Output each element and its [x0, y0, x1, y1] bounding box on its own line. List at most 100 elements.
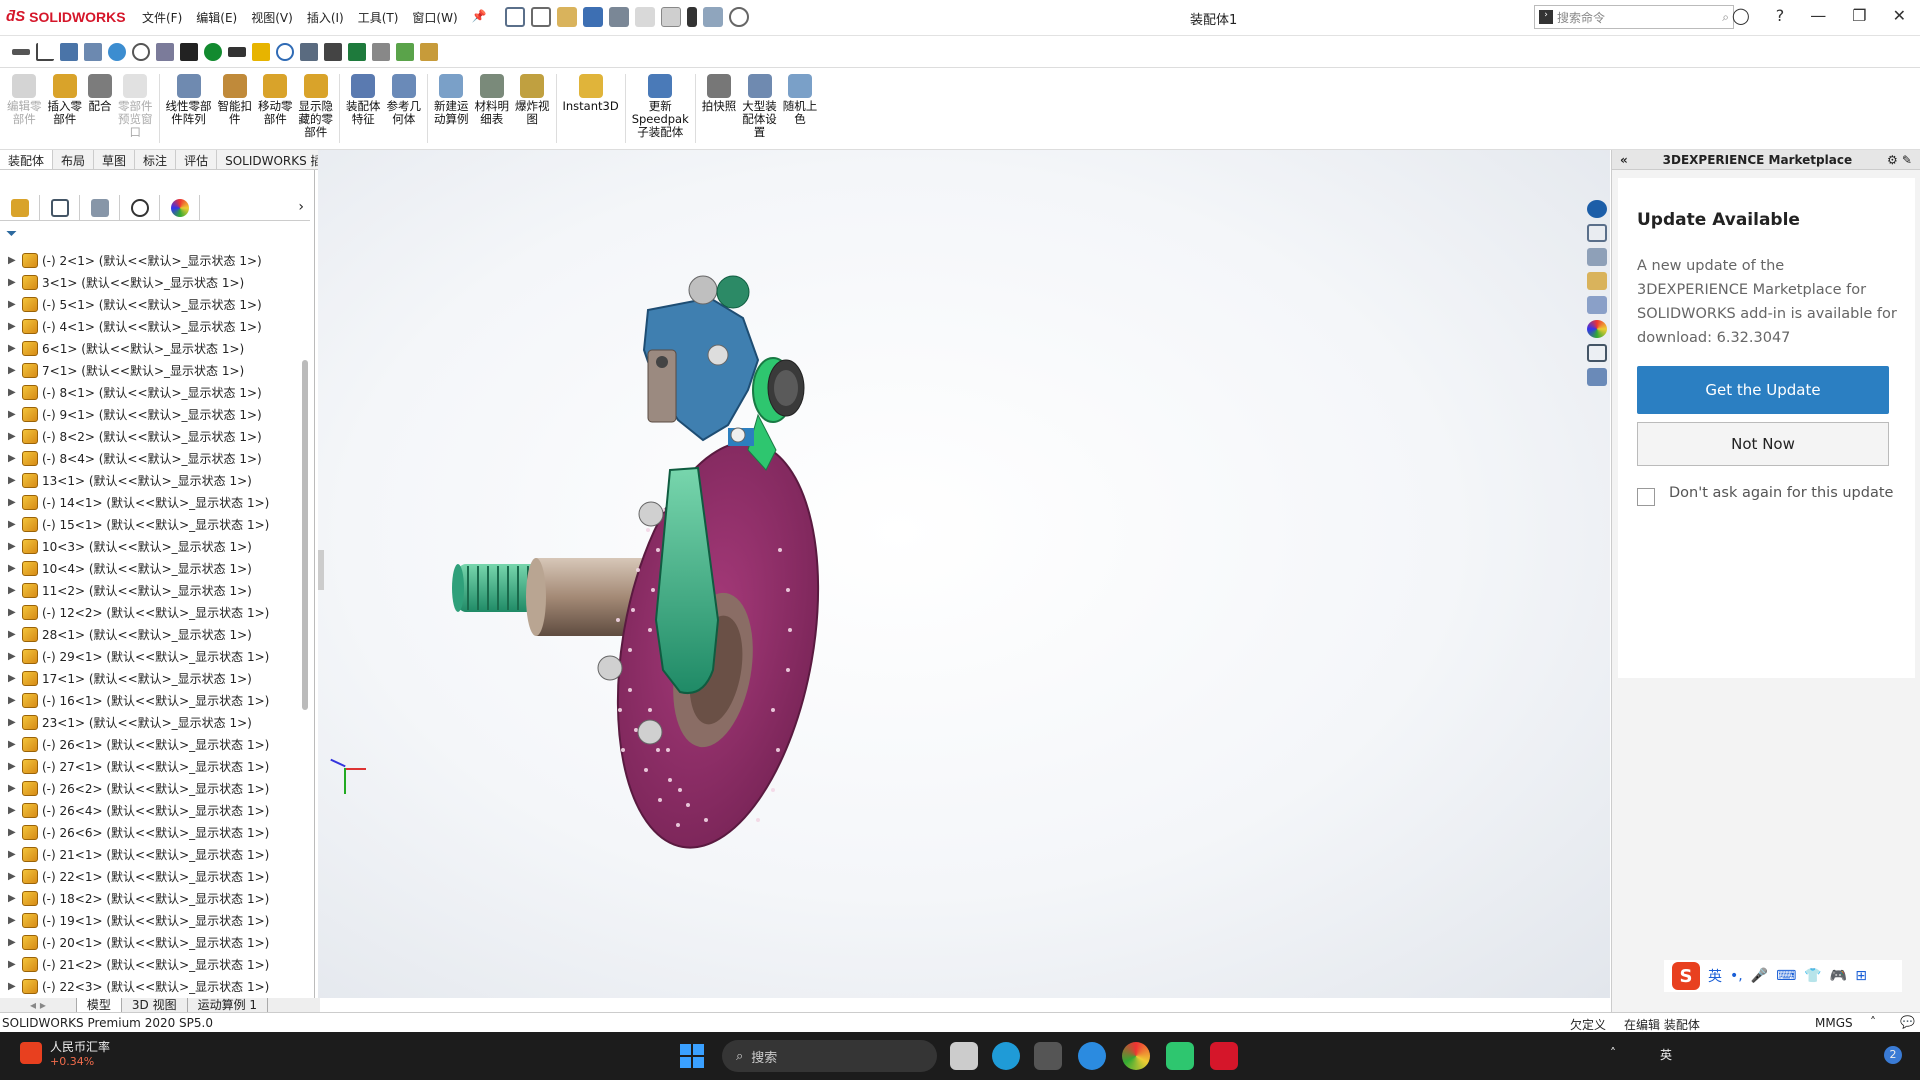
tab-0[interactable]: 装配体	[0, 150, 54, 169]
ribbon-button-9[interactable]: 参考几 何体	[384, 68, 425, 149]
tree-item[interactable]: ▶ (-) 22<1> (默认<<默认>_显示状态 1>)	[8, 865, 298, 887]
tree-item[interactable]: ▶ (-) 26<6> (默认<<默认>_显示状态 1>)	[8, 821, 298, 843]
gear-assembly-icon[interactable]	[156, 42, 174, 61]
tree-item[interactable]: ▶ 7<1> (默认<<默认>_显示状态 1>)	[8, 359, 298, 381]
print-icon[interactable]	[609, 7, 629, 27]
traffic-light-icon[interactable]	[687, 7, 697, 27]
tree-item[interactable]: ▶ 23<1> (默认<<默认>_显示状态 1>)	[8, 711, 298, 733]
tree-item[interactable]: ▶ (-) 14<1> (默认<<默认>_显示状态 1>)	[8, 491, 298, 513]
ribbon-button-2[interactable]: 配合	[85, 68, 115, 149]
dont-ask-checkbox-row[interactable]: Don't ask again for this update	[1637, 485, 1893, 506]
wechat-icon[interactable]	[1166, 1042, 1194, 1070]
tree-item[interactable]: ▶ (-) 2<1> (默认<<默认>_显示状态 1>)	[8, 249, 298, 271]
tree-item[interactable]: ▶ 28<1> (默认<<默认>_显示状态 1>)	[8, 623, 298, 645]
custom-properties-icon[interactable]	[1587, 344, 1607, 362]
measure-icon[interactable]	[300, 42, 318, 61]
ribbon-button-17[interactable]: 随机上 色	[780, 68, 821, 149]
settings-icon[interactable]	[132, 42, 150, 61]
monitor-icon[interactable]	[60, 42, 78, 61]
tree-item[interactable]: ▶ 11<2> (默认<<默认>_显示状态 1>)	[8, 579, 298, 601]
tree-item[interactable]: ▶ (-) 19<1> (默认<<默认>_显示状态 1>)	[8, 909, 298, 931]
dimxpert-tab[interactable]	[120, 195, 160, 221]
ime-language[interactable]: 英	[1708, 966, 1722, 986]
tree-item[interactable]: ▶ 13<1> (默认<<默认>_显示状态 1>)	[8, 469, 298, 491]
start-button[interactable]	[680, 1044, 704, 1068]
expand-caret-icon[interactable]: ▶	[8, 981, 18, 992]
forum-icon[interactable]	[1587, 368, 1607, 386]
expand-caret-icon[interactable]: ▶	[8, 805, 18, 816]
tree-item[interactable]: ▶ 3<1> (默认<<默认>_显示状态 1>)	[8, 271, 298, 293]
plus-icon[interactable]	[252, 42, 270, 61]
expand-arrow-icon[interactable]: ›	[292, 195, 310, 220]
expand-caret-icon[interactable]: ▶	[8, 849, 18, 860]
tree-item[interactable]: ▶ (-) 12<2> (默认<<默认>_显示状态 1>)	[8, 601, 298, 623]
magnifier-icon[interactable]: ⌕	[1722, 10, 1729, 25]
restore-button[interactable]: ❐	[1852, 6, 1866, 25]
expand-caret-icon[interactable]: ▶	[8, 915, 18, 926]
stock-widget[interactable]: 人民币汇率 +0.34%	[20, 1038, 110, 1068]
vpn-icon[interactable]	[1034, 1042, 1062, 1070]
globe-icon[interactable]	[108, 42, 126, 61]
ie-icon[interactable]	[1078, 1042, 1106, 1070]
expand-caret-icon[interactable]: ▶	[8, 695, 18, 706]
expand-caret-icon[interactable]: ▶	[8, 827, 18, 838]
tree-item[interactable]: ▶ (-) 15<1> (默认<<默认>_显示状态 1>)	[8, 513, 298, 535]
gamepad-icon[interactable]: 🎮	[1830, 968, 1847, 984]
clipboard-icon[interactable]	[420, 42, 438, 61]
pane-settings-icon[interactable]: ⚙	[1887, 153, 1898, 167]
skin-icon[interactable]: 👕	[1804, 968, 1821, 984]
help-icon[interactable]: ?	[1776, 6, 1785, 25]
not-now-button[interactable]: Not Now	[1637, 422, 1889, 466]
expand-caret-icon[interactable]: ▶	[8, 519, 18, 530]
expand-caret-icon[interactable]: ▶	[8, 651, 18, 662]
expand-caret-icon[interactable]: ▶	[8, 563, 18, 574]
open-folder-icon[interactable]	[557, 7, 577, 27]
expand-caret-icon[interactable]: ▶	[8, 783, 18, 794]
filter-icon[interactable]: ⏷	[6, 226, 17, 242]
file-explorer-icon[interactable]	[1587, 272, 1607, 290]
expand-caret-icon[interactable]: ▶	[8, 497, 18, 508]
feature-manager-tab[interactable]	[0, 195, 40, 221]
tree-item[interactable]: ▶ (-) 21<1> (默认<<默认>_显示状态 1>)	[8, 843, 298, 865]
solidworks-taskbar-icon[interactable]	[1210, 1042, 1238, 1070]
select-cursor-icon[interactable]	[661, 7, 681, 27]
menu-edit[interactable]: 编辑(E)	[196, 9, 237, 26]
tray-ime-lang[interactable]: 英	[1660, 1046, 1672, 1063]
expand-caret-icon[interactable]: ▶	[8, 959, 18, 970]
expand-caret-icon[interactable]: ▶	[8, 343, 18, 354]
tree-item[interactable]: ▶ (-) 8<1> (默认<<默认>_显示状态 1>)	[8, 381, 298, 403]
user-icon[interactable]: ◯	[1732, 6, 1750, 25]
property-manager-tab[interactable]	[40, 195, 80, 221]
tab-2[interactable]: 草图	[94, 150, 136, 169]
keyboard-icon[interactable]: ⌨	[1776, 968, 1796, 984]
tree-item[interactable]: ▶ 10<3> (默认<<默认>_显示状态 1>)	[8, 535, 298, 557]
shield-icon[interactable]	[204, 42, 222, 61]
tree-item[interactable]: ▶ (-) 26<4> (默认<<默认>_显示状态 1>)	[8, 799, 298, 821]
ribbon-button-4[interactable]: 线性零部 件阵列	[163, 68, 215, 149]
expand-caret-icon[interactable]: ▶	[8, 607, 18, 618]
scroll-arrows[interactable]: ◂ ▸	[0, 998, 77, 1012]
tree-item[interactable]: ▶ (-) 8<2> (默认<<默认>_显示状态 1>)	[8, 425, 298, 447]
save-icon[interactable]	[583, 7, 603, 27]
car-icon[interactable]	[180, 42, 198, 61]
expand-caret-icon[interactable]: ▶	[8, 761, 18, 772]
image-icon[interactable]	[396, 42, 414, 61]
ribbon-button-11[interactable]: 材料明 细表	[472, 68, 513, 149]
tree-item[interactable]: ▶ (-) 16<1> (默认<<默认>_显示状态 1>)	[8, 689, 298, 711]
search-zoom-icon[interactable]	[276, 42, 294, 61]
close-button[interactable]: ✕	[1893, 6, 1906, 25]
display-manager-tab[interactable]	[160, 195, 200, 221]
ribbon-button-3[interactable]: 零部件 预览窗 口	[115, 68, 156, 149]
ruler-icon[interactable]	[228, 46, 246, 57]
minimize-button[interactable]: —	[1810, 6, 1826, 25]
get-update-button[interactable]: Get the Update	[1637, 366, 1889, 414]
configuration-manager-tab[interactable]	[80, 195, 120, 221]
collapse-pane-icon[interactable]: «	[1620, 153, 1628, 167]
tree-item[interactable]: ▶ 17<1> (默认<<默认>_显示状态 1>)	[8, 667, 298, 689]
ribbon-button-1[interactable]: 插入零 部件	[45, 68, 86, 149]
ribbon-button-13[interactable]: Instant3D	[560, 68, 622, 149]
expand-caret-icon[interactable]: ▶	[8, 475, 18, 486]
new-file-icon[interactable]	[531, 7, 551, 27]
expand-caret-icon[interactable]: ▶	[8, 717, 18, 728]
design-library-icon[interactable]	[1587, 248, 1607, 266]
